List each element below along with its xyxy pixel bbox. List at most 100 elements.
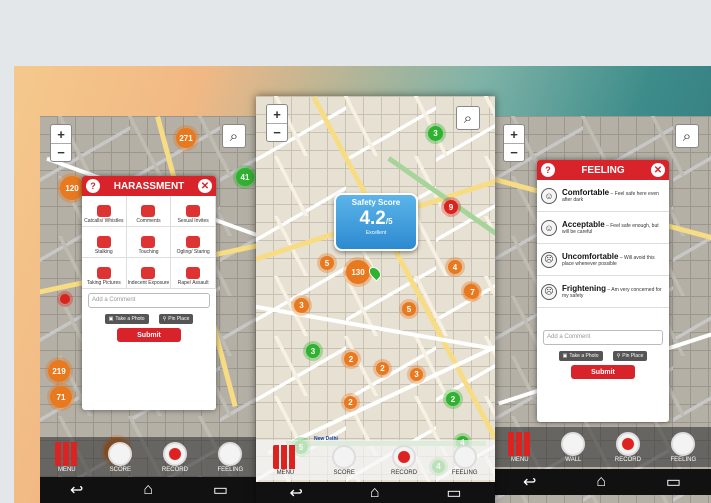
pin-place-button[interactable]: ⚲ Pin Place (158, 314, 194, 324)
map-marker[interactable]: 5 (402, 302, 416, 316)
back-icon[interactable]: ↩ (289, 483, 302, 503)
take-photo-button[interactable]: ▣ Take a Photo (104, 314, 149, 324)
pin-icon: ⚲ (616, 353, 621, 359)
zoom-in-button[interactable]: + (267, 105, 287, 123)
home-icon[interactable]: ⌂ (370, 484, 380, 502)
option-sexual-invites[interactable]: Sexual Invites (171, 196, 216, 227)
option-ogling[interactable]: Ogling/ Staring (171, 227, 216, 258)
zoom-in-button[interactable]: + (51, 125, 71, 143)
option-comments[interactable]: Comments (126, 196, 172, 227)
record-button[interactable]: RECORD (615, 431, 641, 463)
android-navbar: ↩ ⌂ ▭ (256, 482, 495, 503)
harassment-dialog: ? HARASSMENT ✕ Catcalls/ Whistles Commen… (82, 176, 216, 410)
menu-button[interactable]: MENU (273, 444, 298, 476)
map-marker[interactable]: 2 (344, 352, 358, 366)
submit-button[interactable]: Submit (571, 365, 635, 379)
record-icon (615, 431, 640, 456)
dialog-title: FEELING (581, 164, 625, 176)
score-button[interactable]: SCORE (332, 444, 357, 476)
submit-button[interactable]: Submit (117, 328, 181, 342)
camera-icon: ▣ (108, 316, 114, 322)
option-taking-pictures[interactable]: Taking Pictures (82, 258, 127, 289)
menu-button[interactable]: MENU (507, 431, 532, 463)
search-icon[interactable]: ⌕ (675, 124, 699, 148)
zoom-in-button[interactable]: + (504, 125, 524, 143)
feeling-option-comfortable[interactable]: ☺ Comfortable – Feel safe here even afte… (537, 180, 669, 212)
map-marker[interactable]: 3 (410, 368, 423, 381)
right-phone-screen: + − ⌕ ? FEELING ✕ ☺ Comfortable – Feel s… (493, 116, 711, 503)
feeling-button[interactable]: FEELING (452, 444, 478, 476)
invites-icon (186, 205, 201, 217)
zoom-out-button[interactable]: − (504, 143, 524, 161)
feeling-option-acceptable[interactable]: ☺ Acceptable – Feel safe enough, but wil… (537, 212, 669, 244)
option-catcalls[interactable]: Catcalls/ Whistles (82, 196, 127, 227)
record-icon (392, 444, 417, 469)
search-icon[interactable]: ⌕ (456, 106, 480, 130)
back-icon[interactable]: ↩ (523, 472, 536, 492)
map-marker[interactable]: 120 (60, 176, 84, 200)
android-navbar: ↩ ⌂ ▭ (40, 477, 258, 503)
close-icon[interactable]: ✕ (198, 179, 212, 193)
camera-icon (96, 267, 111, 279)
option-rape-assault[interactable]: Rape/ Assault (171, 258, 216, 289)
smiley-icon (218, 441, 243, 466)
feeling-button[interactable]: FEELING (670, 431, 696, 463)
scared-face-icon: ☹ (541, 283, 557, 300)
map-marker[interactable]: 130 (346, 260, 370, 284)
android-navbar: ↩ ⌂ ▭ (493, 469, 711, 495)
zoom-out-button[interactable]: − (267, 123, 287, 141)
record-button[interactable]: RECORD (391, 444, 417, 476)
harassment-options: Catcalls/ Whistles Comments Sexual Invit… (82, 196, 216, 289)
feeling-button[interactable]: FEELING (217, 441, 243, 473)
map-marker[interactable]: 5 (320, 256, 334, 270)
comment-input[interactable]: Add a Comment (88, 293, 210, 308)
bottom-toolbar: MENU SCORE RECORD FEELING (40, 437, 258, 477)
map-marker[interactable]: 4 (448, 260, 462, 274)
recents-icon[interactable]: ▭ (666, 472, 681, 492)
info-icon: ? (86, 179, 100, 193)
map-marker[interactable]: 7 (466, 286, 479, 299)
recents-icon[interactable]: ▭ (446, 483, 461, 503)
close-icon[interactable]: ✕ (651, 163, 665, 177)
map-marker[interactable]: 9 (444, 200, 458, 214)
map-marker[interactable]: 3 (294, 298, 309, 313)
zoom-control[interactable]: + − (50, 124, 72, 162)
map-marker[interactable]: 41 (236, 168, 254, 186)
map-marker[interactable]: 3 (428, 126, 443, 141)
home-icon[interactable]: ⌂ (143, 481, 153, 499)
home-icon[interactable]: ⌂ (596, 473, 606, 491)
map-marker[interactable]: 2 (446, 392, 460, 406)
take-photo-button[interactable]: ▣ Take a Photo (558, 351, 603, 361)
map-marker[interactable]: 2 (344, 396, 357, 409)
safety-score-popup[interactable]: Safety Score 4.2/5 Excellent (334, 193, 418, 251)
wall-button[interactable]: WALL (561, 431, 586, 463)
recents-icon[interactable]: ▭ (213, 480, 228, 500)
map-marker[interactable]: 2 (376, 362, 389, 375)
record-icon (162, 441, 187, 466)
map-marker[interactable]: 3 (306, 344, 320, 358)
back-icon[interactable]: ↩ (70, 480, 83, 500)
feeling-option-uncomfortable[interactable]: ☹ Uncomfortable – Will avoid this place … (537, 244, 669, 276)
center-phone-screen: + − ⌕ 3 9 5 130 4 8 3 5 2 3 3 2 2 2 5 4 … (256, 96, 495, 503)
record-button[interactable]: RECORD (162, 441, 188, 473)
map-marker[interactable]: 71 (50, 386, 72, 408)
option-touching[interactable]: Touching (126, 227, 172, 258)
zoom-control[interactable]: + − (266, 104, 288, 142)
zoom-control[interactable]: + − (503, 124, 525, 162)
map-marker[interactable] (60, 294, 70, 304)
bottom-toolbar: MENU SCORE RECORD FEELING (256, 440, 495, 480)
gauge-icon (332, 444, 357, 469)
map-marker[interactable]: 219 (48, 360, 70, 382)
dialog-header: ? FEELING ✕ (537, 160, 669, 180)
feeling-option-frightening[interactable]: ☹ Frightening – Am very concerned for my… (537, 276, 669, 308)
menu-button[interactable]: MENU (54, 441, 79, 473)
pin-place-button[interactable]: ⚲ Pin Place (612, 351, 648, 361)
option-indecent-exposure[interactable]: Indecent Exposure (126, 258, 172, 289)
comment-input[interactable]: Add a Comment (543, 330, 663, 345)
menu-icon (54, 441, 79, 466)
option-stalking[interactable]: Stalking (82, 227, 127, 258)
search-icon[interactable]: ⌕ (222, 124, 246, 148)
score-button[interactable]: SCORE (108, 441, 133, 473)
zoom-out-button[interactable]: − (51, 143, 71, 161)
map-marker[interactable]: 271 (176, 128, 196, 148)
